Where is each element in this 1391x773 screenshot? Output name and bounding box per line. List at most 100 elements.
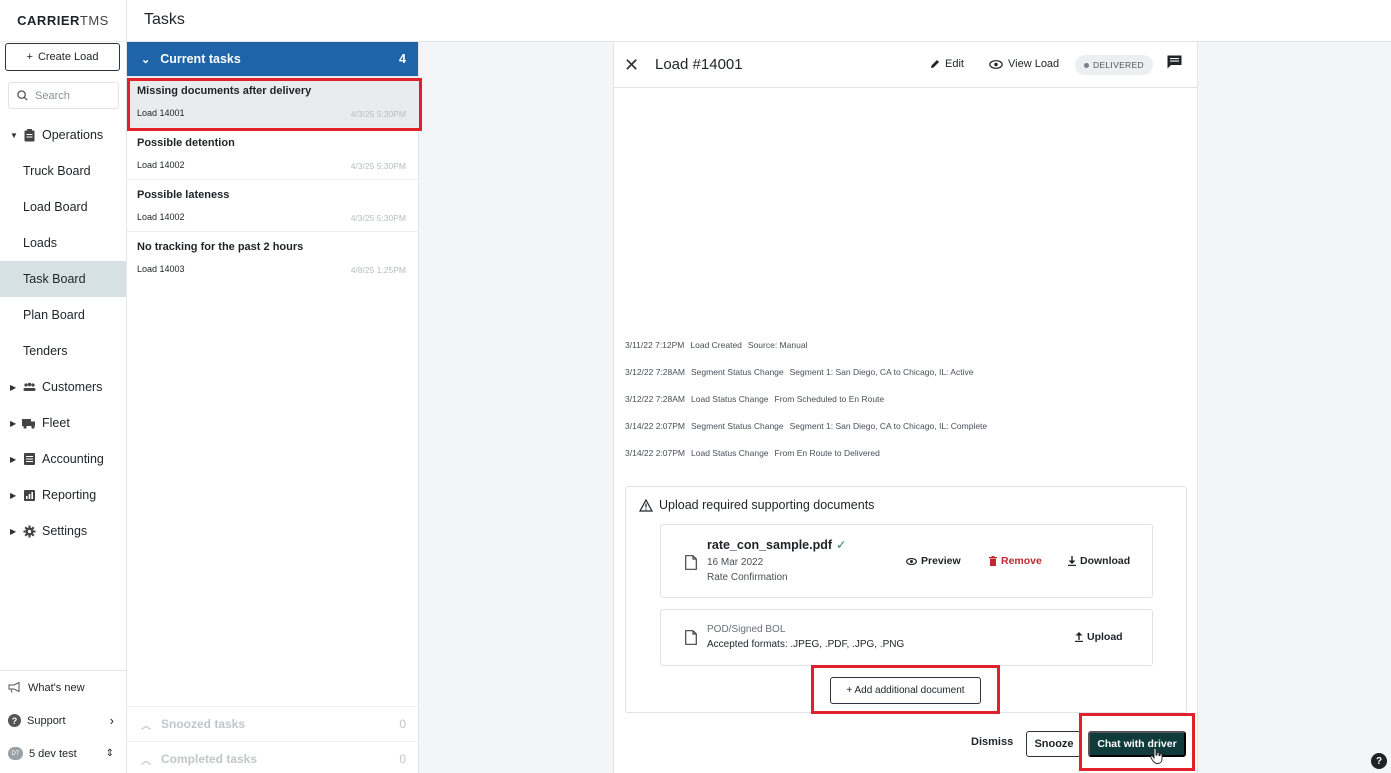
current-tasks-header[interactable]: ⌄ Current tasks 4 bbox=[127, 42, 418, 76]
sidebar-item-operations[interactable]: ▼ Operations bbox=[0, 117, 126, 153]
snoozed-tasks-count: 0 bbox=[399, 717, 406, 731]
eye-icon bbox=[989, 59, 1003, 69]
sidebar-item-fleet[interactable]: ▶ Fleet bbox=[0, 405, 126, 441]
sidebar-item-task-board[interactable]: Task Board bbox=[0, 261, 126, 297]
sidebar-item-plan-board[interactable]: Plan Board bbox=[0, 297, 126, 333]
log-event: Segment Status Change bbox=[691, 421, 784, 431]
gear-icon bbox=[22, 524, 36, 538]
log-time: 3/14/22 2:07PM bbox=[625, 448, 686, 458]
brand-logo[interactable]: CARRIER TMS bbox=[0, 0, 126, 42]
whats-new-link[interactable]: What's new bbox=[0, 671, 126, 704]
activity-log-entry: 3/12/22 7:28AM Segment Status Change Segme… bbox=[625, 367, 979, 377]
load-title: Load #14001 bbox=[655, 56, 743, 73]
document-filename: rate_con_sample.pdf bbox=[707, 537, 833, 552]
user-menu[interactable]: DT 5 dev test ⇕ bbox=[0, 737, 126, 770]
task-item[interactable]: No tracking for the past 2 hours Load 14… bbox=[127, 232, 418, 284]
completed-tasks-header[interactable]: ︿ Completed tasks 0 bbox=[127, 741, 418, 773]
help-icon[interactable]: ? bbox=[1371, 753, 1387, 769]
log-detail: Segment 1: San Diego, CA to Chicago, IL:… bbox=[789, 367, 974, 377]
sidebar-item-tenders[interactable]: Tenders bbox=[0, 333, 126, 369]
caret-right-icon: ▶ bbox=[10, 382, 17, 392]
chevron-up-icon: ︿ bbox=[141, 720, 151, 732]
preview-button[interactable]: Preview bbox=[906, 555, 961, 567]
documents-card: Upload required supporting documents rat… bbox=[625, 486, 1187, 713]
sidebar-item-label: Tenders bbox=[23, 344, 68, 358]
sidebar-item-label: Loads bbox=[23, 236, 58, 250]
documents-title-text: Upload required supporting documents bbox=[659, 498, 875, 512]
view-load-button[interactable]: View Load bbox=[989, 58, 1059, 70]
task-list: ⌄ Current tasks 4 Missing documents afte… bbox=[127, 42, 419, 773]
download-icon bbox=[1068, 556, 1076, 566]
chat-with-driver-button[interactable]: Chat with driver bbox=[1088, 731, 1186, 757]
caret-right-icon: ▶ bbox=[10, 490, 17, 500]
chevron-down-icon: ⌄ bbox=[141, 53, 151, 66]
preview-label: Preview bbox=[921, 555, 961, 567]
warning-icon bbox=[639, 498, 653, 512]
close-icon[interactable]: ✕ bbox=[624, 55, 639, 76]
task-title: No tracking for the past 2 hours bbox=[137, 241, 304, 253]
view-load-label: View Load bbox=[1008, 58, 1060, 70]
file-icon bbox=[685, 555, 697, 570]
status-text: DELIVERED bbox=[1093, 60, 1144, 70]
sidebar: CARRIER TMS + Create Load Search ▼ Operat… bbox=[0, 0, 127, 773]
sidebar-item-loads[interactable]: Loads bbox=[0, 225, 126, 261]
document-requirement: POD/Signed BOL bbox=[707, 624, 786, 635]
megaphone-icon bbox=[8, 682, 20, 693]
sidebar-item-accounting[interactable]: ▶ Accounting bbox=[0, 441, 126, 477]
sidebar-item-reporting[interactable]: ▶ Reporting bbox=[0, 477, 126, 513]
accepted-formats: Accepted formats: .JPEG, .PDF, .JPG, .PN… bbox=[707, 639, 905, 650]
download-label: Download bbox=[1080, 555, 1131, 567]
document-name: rate_con_sample.pdf ✓ bbox=[707, 537, 847, 553]
add-document-button[interactable]: + Add additional document bbox=[830, 677, 981, 704]
pending-document: POD/Signed BOL Accepted formats: .JPEG, … bbox=[660, 609, 1153, 666]
activity-log-entry: 3/11/22 7:12PM Load Created Source: Manual bbox=[625, 340, 813, 350]
sidebar-item-label: Settings bbox=[42, 524, 88, 538]
chevron-updown-icon: ⇕ bbox=[105, 748, 114, 759]
task-item[interactable]: Missing documents after delivery Load 14… bbox=[127, 76, 418, 128]
log-time: 3/14/22 2:07PM bbox=[625, 421, 686, 431]
activity-log-entry: 3/12/22 7:28AM Load Status Change From Sch… bbox=[625, 394, 890, 404]
chat-icon[interactable] bbox=[1167, 55, 1182, 69]
log-time: 3/11/22 7:12PM bbox=[625, 340, 685, 350]
log-detail: Segment 1: San Diego, CA to Chicago, IL:… bbox=[789, 421, 988, 431]
chevron-right-icon: › bbox=[109, 713, 114, 728]
avatar: DT bbox=[8, 747, 23, 760]
log-detail: From En Route to Delivered bbox=[774, 448, 880, 458]
sidebar-item-label: Load Board bbox=[23, 200, 88, 214]
snoozed-tasks-header[interactable]: ︿ Snoozed tasks 0 bbox=[127, 706, 418, 741]
pencil-icon bbox=[931, 60, 939, 68]
sidebar-item-label: Reporting bbox=[42, 488, 97, 502]
task-load: Load 14002 bbox=[137, 212, 185, 222]
task-time: 4/3/25 5:30PM bbox=[350, 109, 406, 119]
edit-button[interactable]: Edit bbox=[930, 58, 964, 70]
uploaded-document: rate_con_sample.pdf ✓ 16 Mar 2022 Rate C… bbox=[660, 524, 1153, 598]
caret-down-icon: ▼ bbox=[10, 130, 18, 140]
sidebar-item-truck-board[interactable]: Truck Board bbox=[0, 153, 126, 189]
task-item[interactable]: Possible lateness Load 14002 4/3/25 5:30… bbox=[127, 180, 418, 232]
log-event: Load Status Change bbox=[691, 448, 769, 458]
support-menu[interactable]: ? Support › bbox=[0, 704, 126, 737]
create-load-button[interactable]: + Create Load bbox=[5, 43, 120, 71]
create-load-label: Create Load bbox=[37, 51, 99, 63]
remove-button[interactable]: Remove bbox=[989, 555, 1042, 567]
task-item[interactable]: Possible detention Load 14002 4/3/25 5:3… bbox=[127, 128, 418, 180]
search-input[interactable]: Search bbox=[8, 82, 119, 109]
upload-button[interactable]: Upload bbox=[1075, 631, 1123, 643]
load-detail-panel: ✕ Load #14001 Edit View Load DELIVERED 3… bbox=[613, 42, 1198, 773]
ledger-icon bbox=[22, 452, 36, 466]
task-title: Possible lateness bbox=[137, 189, 230, 201]
activity-log-entry: 3/14/22 2:07PM Load Status Change From En … bbox=[625, 448, 886, 458]
log-event: Segment Status Change bbox=[691, 367, 784, 377]
task-load: Load 14001 bbox=[137, 108, 185, 118]
edit-label: Edit bbox=[945, 58, 964, 70]
sidebar-item-load-board[interactable]: Load Board bbox=[0, 189, 126, 225]
sidebar-item-customers[interactable]: ▶ Customers bbox=[0, 369, 126, 405]
dismiss-button[interactable]: Dismiss bbox=[971, 736, 1013, 748]
sidebar-item-label: Accounting bbox=[42, 452, 104, 466]
snooze-button[interactable]: Snooze bbox=[1026, 731, 1082, 757]
download-button[interactable]: Download bbox=[1068, 555, 1130, 567]
upload-icon bbox=[1075, 632, 1083, 642]
caret-right-icon: ▶ bbox=[10, 526, 17, 536]
topbar: Tasks bbox=[127, 0, 1391, 42]
sidebar-item-settings[interactable]: ▶ Settings bbox=[0, 513, 126, 549]
